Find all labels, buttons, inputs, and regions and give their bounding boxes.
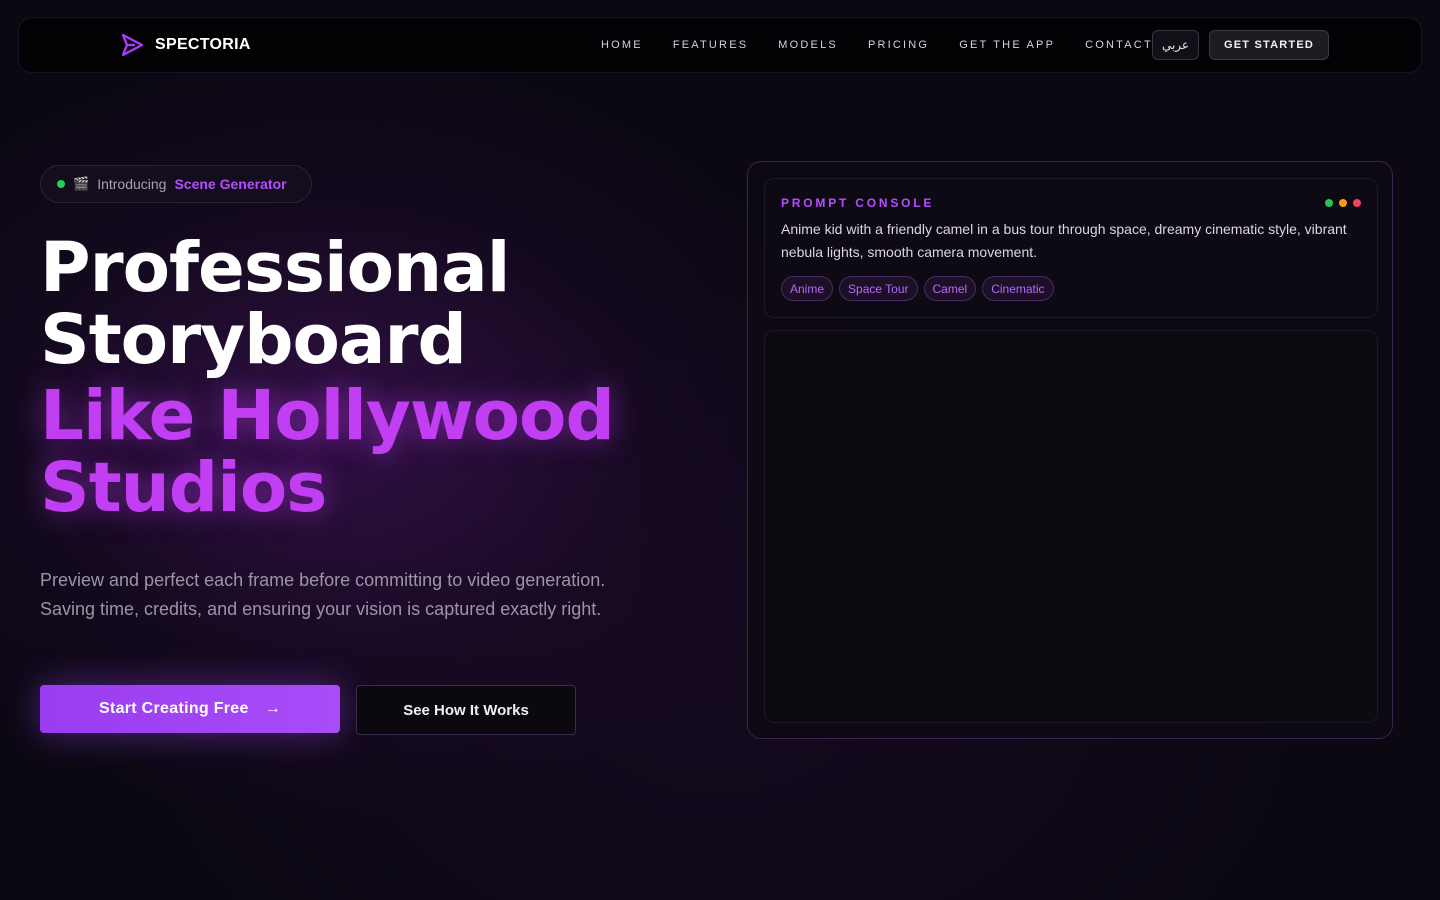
brand-name: SPECTORIA	[155, 36, 251, 53]
nav-link-pricing[interactable]: PRICING	[853, 39, 944, 51]
storyboard-preview-area	[764, 330, 1378, 723]
yellow-dot-icon	[1339, 199, 1347, 207]
badge-intro-text: Introducing	[97, 176, 167, 192]
clapperboard-icon: 🎬	[73, 176, 90, 191]
headline-line-4: Studios	[40, 448, 327, 528]
nav-link-features[interactable]: FEATURES	[658, 39, 763, 51]
prompt-text: Anime kid with a friendly camel in a bus…	[781, 221, 1347, 260]
console-title: PROMPT CONSOLE	[781, 196, 935, 210]
nav-link-models[interactable]: MODELS	[763, 39, 853, 51]
see-how-it-works-button[interactable]: See How It Works	[356, 685, 576, 735]
tag-anime[interactable]: Anime	[781, 276, 834, 301]
window-dots	[1325, 199, 1361, 207]
hero-headline: Professional Storyboard Like Hollywood S…	[40, 232, 700, 524]
red-dot-icon	[1353, 199, 1361, 207]
headline-line-1: Professional	[40, 228, 510, 308]
top-navbar: SPECTORIA HOME FEATURES MODELS PRICING G…	[18, 17, 1422, 73]
status-dot	[57, 180, 65, 188]
nav-link-get-the-app[interactable]: GET THE APP	[944, 39, 1070, 51]
brand-logo[interactable]: SPECTORIA	[119, 32, 251, 58]
demo-panel: PROMPT CONSOLE Anime kid with a friendly…	[747, 161, 1393, 739]
prompt-tags: Anime Space Tour Camel Cinematic	[781, 276, 1054, 301]
play-logo-icon	[121, 33, 144, 57]
tag-cinematic[interactable]: Cinematic	[982, 276, 1054, 301]
nav-links: HOME FEATURES MODELS PRICING GET THE APP…	[586, 18, 1168, 72]
get-started-button[interactable]: GET STARTED	[1209, 30, 1329, 60]
green-dot-icon	[1325, 199, 1333, 207]
tag-space-tour[interactable]: Space Tour	[839, 276, 918, 301]
nav-link-home[interactable]: HOME	[586, 39, 658, 51]
tag-camel[interactable]: Camel	[923, 276, 977, 301]
headline-line-3: Like Hollywood	[40, 376, 615, 456]
start-creating-button[interactable]: Start Creating Free →	[40, 685, 340, 733]
hero-subtitle: Preview and perfect each frame before co…	[40, 570, 606, 619]
badge-highlight-text: Scene Generator	[174, 176, 287, 192]
language-toggle-button[interactable]: عربي	[1152, 30, 1199, 60]
headline-line-2: Storyboard	[40, 300, 467, 380]
prompt-console: PROMPT CONSOLE Anime kid with a friendly…	[764, 178, 1378, 318]
start-creating-label: Start Creating Free	[98, 700, 249, 717]
arrow-right-icon: →	[264, 700, 282, 717]
announcement-badge[interactable]: 🎬 Introducing Scene Generator	[40, 165, 312, 203]
